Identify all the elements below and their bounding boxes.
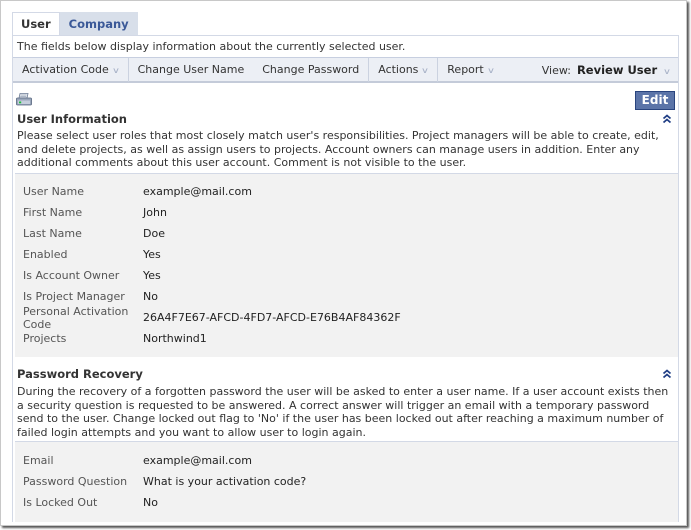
- change-user-name-button[interactable]: Change User Name: [129, 58, 254, 82]
- page-description: The fields below display information abo…: [13, 35, 678, 57]
- field-value: No: [143, 496, 158, 509]
- tab-user[interactable]: User: [12, 12, 60, 36]
- actions-label: Actions: [378, 62, 419, 76]
- field-label: User Name: [23, 185, 85, 198]
- view-label: View:: [541, 64, 571, 77]
- chevron-down-icon: ∨: [662, 67, 672, 76]
- actions-menu[interactable]: Actions ∨: [369, 57, 439, 82]
- field-label: Is Project Manager: [23, 290, 125, 303]
- field-label: Enabled: [23, 248, 68, 261]
- field-value: Yes: [143, 269, 161, 282]
- tab-company[interactable]: Company: [59, 12, 138, 36]
- field-value: Doe: [143, 227, 165, 240]
- user-information-description: Please select user roles that most close…: [17, 129, 659, 169]
- view-selector[interactable]: View: Review User ∨: [541, 58, 672, 82]
- tab-bar: User Company: [12, 12, 138, 36]
- field-value: No: [143, 290, 158, 303]
- field-row-personal-activation-code: Personal Activation Code 26A4F7E67-AFCD-…: [15, 304, 678, 331]
- field-value: Yes: [143, 248, 161, 261]
- field-row-last-name: Last Name Doe: [15, 223, 678, 244]
- field-label: Is Locked Out: [23, 496, 98, 509]
- field-row-password-question: Password Question What is your activatio…: [15, 471, 678, 492]
- field-row-first-name: First Name John: [15, 202, 678, 223]
- chevron-down-icon: ∨: [486, 65, 495, 75]
- change-password-button[interactable]: Change Password: [253, 57, 370, 82]
- report-label: Report: [447, 62, 484, 76]
- password-recovery-title: Password Recovery: [17, 367, 143, 381]
- field-row-user-name: User Name example@mail.com: [15, 181, 678, 202]
- edit-button[interactable]: Edit: [635, 91, 675, 110]
- double-chevron-up-icon[interactable]: [662, 369, 672, 379]
- field-value: example@mail.com: [143, 454, 252, 467]
- tab-content: The fields below display information abo…: [12, 35, 679, 522]
- field-label: Projects: [23, 332, 67, 345]
- double-chevron-up-icon[interactable]: [662, 114, 672, 124]
- password-recovery-fields: Email example@mail.com Password Question…: [15, 441, 678, 522]
- activation-code-label: Activation Code: [22, 62, 109, 76]
- field-label: Is Account Owner: [23, 269, 120, 282]
- field-row-is-locked-out: Is Locked Out No: [15, 492, 678, 513]
- field-label: Personal Activation Code: [23, 304, 129, 331]
- chevron-down-icon: ∨: [111, 65, 120, 75]
- activation-code-menu[interactable]: Activation Code ∨: [13, 57, 129, 82]
- user-information-fields: User Name example@mail.com First Name Jo…: [15, 173, 678, 357]
- view-value: Review User: [576, 63, 658, 77]
- field-label: Last Name: [23, 227, 82, 240]
- field-row-projects: Projects Northwind1: [15, 328, 678, 349]
- field-row-is-account-owner: Is Account Owner Yes: [15, 265, 678, 286]
- field-label: Email: [23, 454, 54, 467]
- action-toolbar: Activation Code ∨ Change User Name Change…: [13, 57, 678, 83]
- user-information-title: User Information: [17, 112, 127, 126]
- field-value: John: [143, 206, 167, 219]
- chevron-down-icon: ∨: [421, 65, 430, 75]
- field-label: First Name: [23, 206, 83, 219]
- field-value: 26A4F7E67-AFCD-4FD7-AFCD-E76B4AF84362F: [143, 311, 401, 324]
- field-label: Password Question: [23, 475, 128, 488]
- user-details-window: User Company The fields below display in…: [0, 0, 687, 526]
- printer-icon[interactable]: [16, 93, 32, 106]
- field-value: example@mail.com: [143, 185, 252, 198]
- field-row-email: Email example@mail.com: [15, 450, 678, 471]
- field-value: What is your activation code?: [143, 475, 307, 488]
- field-row-enabled: Enabled Yes: [15, 244, 678, 265]
- password-recovery-description: During the recovery of a forgotten passw…: [17, 385, 669, 439]
- field-value: Northwind1: [143, 332, 207, 345]
- report-menu[interactable]: Report ∨: [438, 58, 502, 82]
